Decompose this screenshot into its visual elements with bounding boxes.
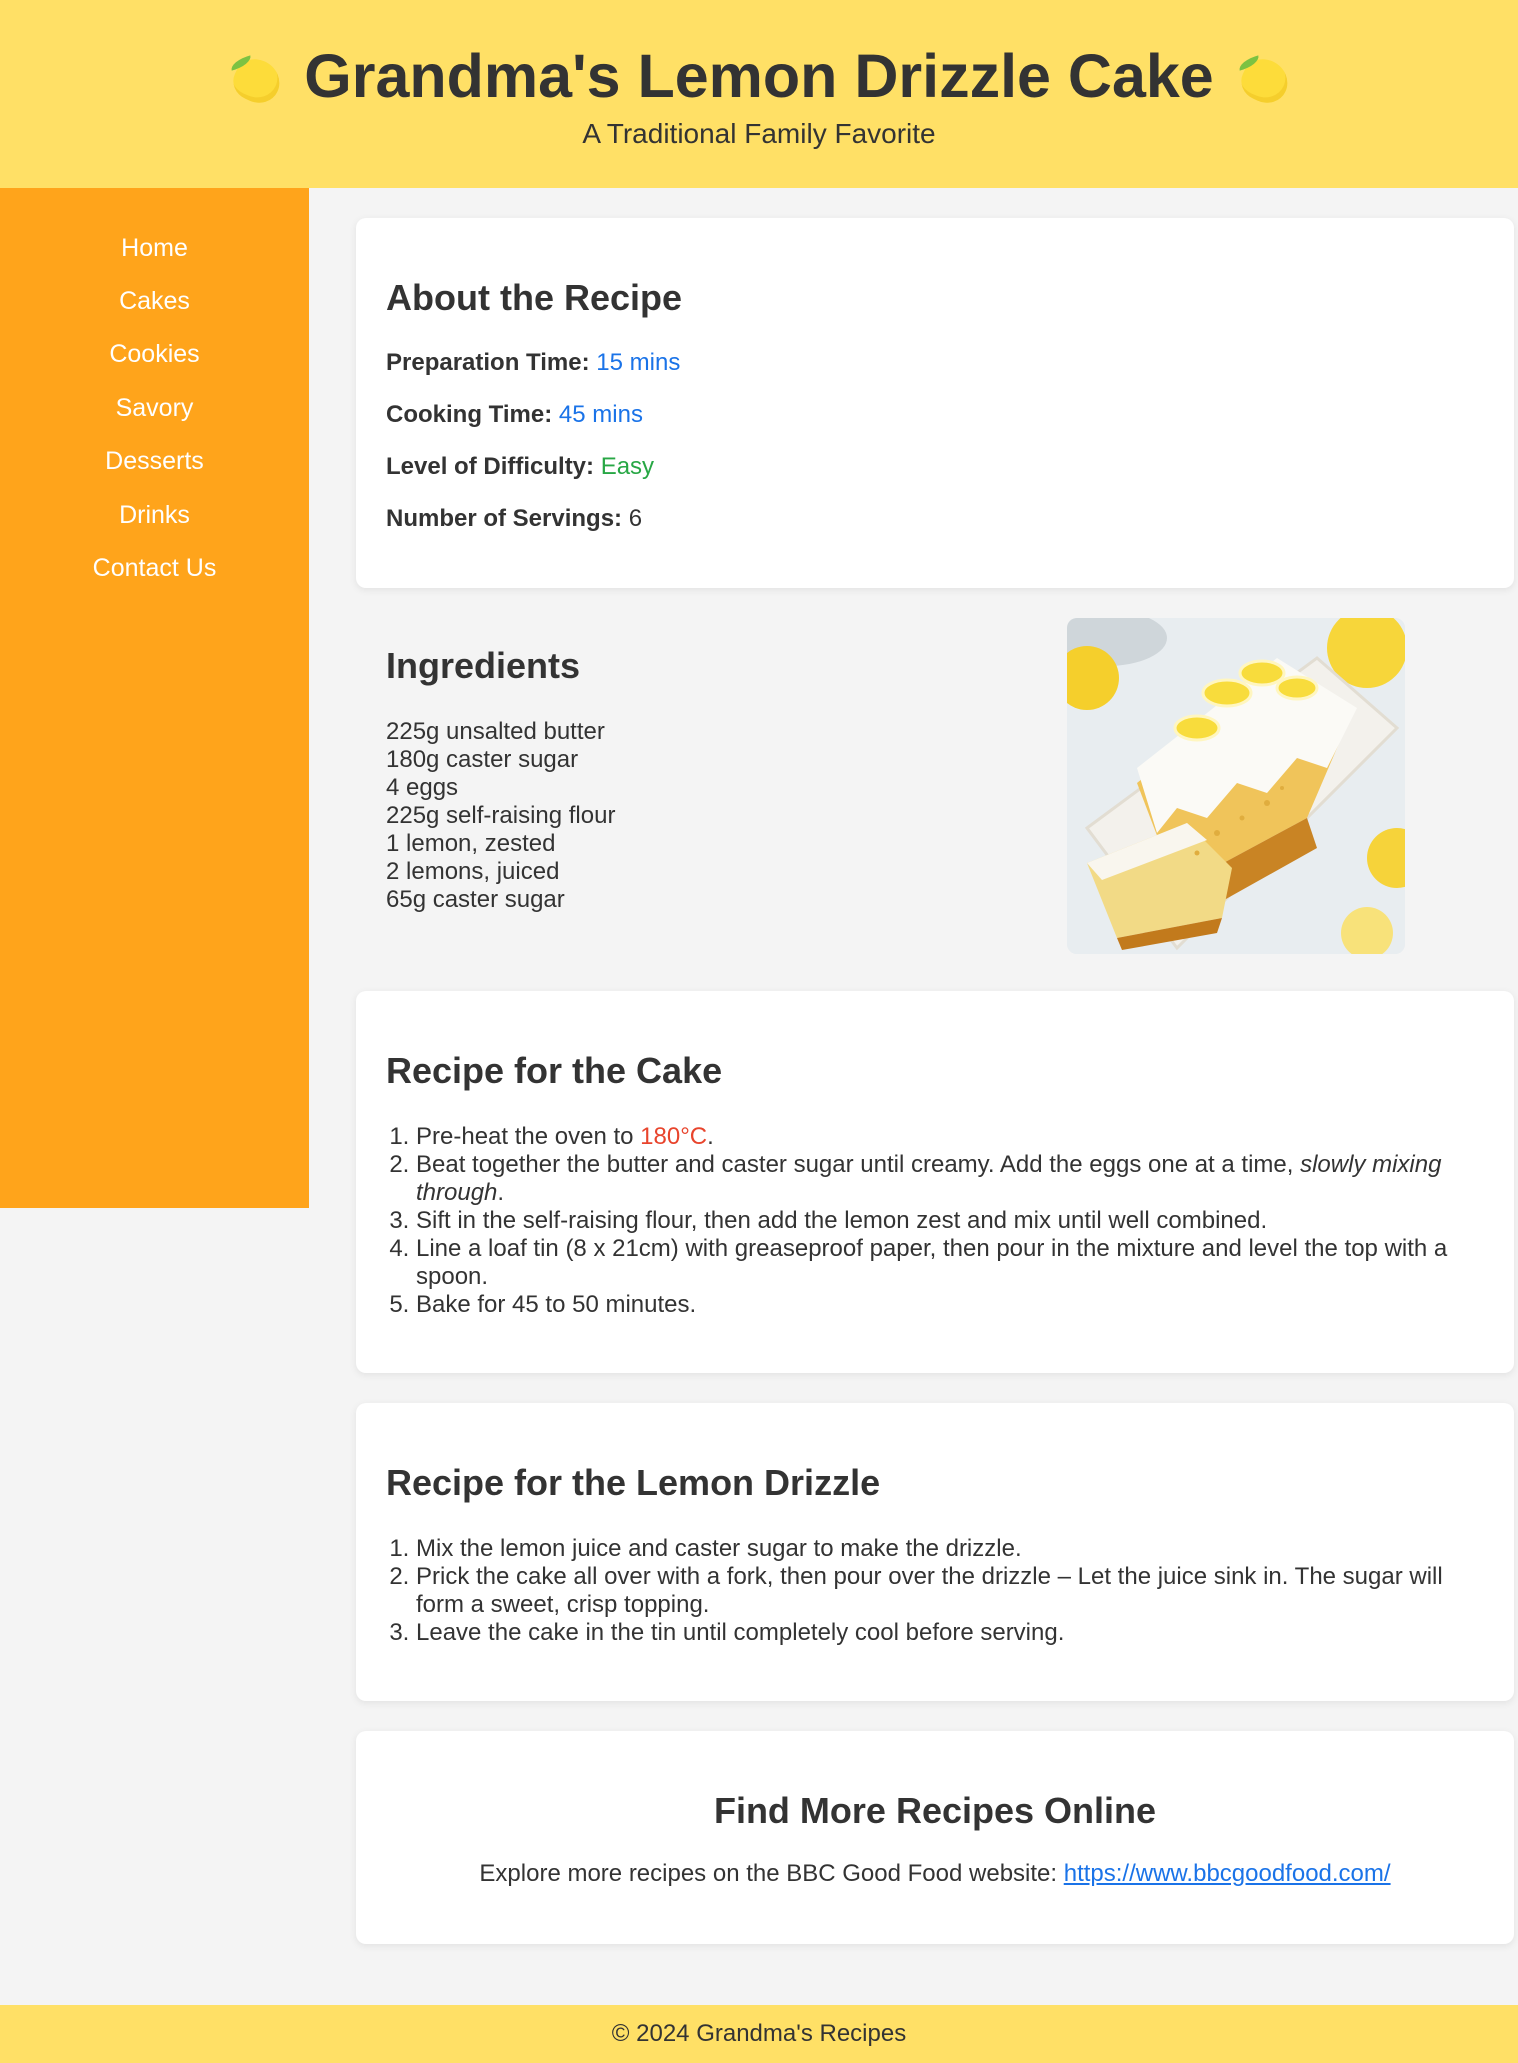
cook-time-value: 45 mins	[558, 401, 643, 428]
more-recipes-description: Explore more recipes on the BBC Good Foo…	[479, 1860, 1064, 1887]
list-item: 65g caster sugar	[386, 886, 565, 913]
servings-label: Number of Servings:	[386, 505, 623, 532]
list-item: 1 lemon, zested	[386, 830, 556, 857]
list-item: 4 eggs	[386, 774, 459, 801]
list-item: Mix the lemon juice and caster sugar to …	[416, 1535, 1476, 1563]
step-text: .	[707, 1123, 714, 1150]
list-item: Prick the cake all over with a fork, the…	[416, 1563, 1476, 1619]
step-text: .	[497, 1179, 505, 1206]
prep-time-value: 15 mins	[596, 349, 681, 376]
cook-time-label: Cooking Time:	[386, 401, 553, 428]
lemon-icon	[227, 48, 287, 110]
list-item: 2 lemons, juiced	[386, 858, 560, 885]
lemon-icon	[1235, 48, 1295, 110]
step-text: Pre-heat the oven to	[416, 1123, 641, 1150]
list-item: 180g caster sugar	[386, 746, 579, 773]
header-title-row: Grandma's Lemon Drizzle Cake	[0, 34, 1518, 118]
sidebar-item-desserts[interactable]: Desserts	[0, 445, 309, 477]
sidebar-item-savory[interactable]: Savory	[0, 392, 309, 424]
list-item: Beat together the butter and caster suga…	[416, 1151, 1476, 1207]
prep-time: Preparation Time: 15 mins	[386, 348, 680, 378]
difficulty-value: Easy	[600, 453, 655, 480]
drizzle-recipe-card: Recipe for the Lemon Drizzle Mix the lem…	[356, 1403, 1514, 1701]
about-recipe-heading: About the Recipe	[386, 277, 683, 318]
cake-recipe-steps: Pre-heat the oven to 180°C. Beat togethe…	[416, 1123, 1476, 1319]
about-recipe-card: About the Recipe Preparation Time: 15 mi…	[356, 218, 1514, 588]
lemon-cake-image	[1067, 618, 1405, 954]
bbc-good-food-link[interactable]: https://www.bbcgoodfood.com/	[1064, 1860, 1391, 1887]
prep-time-label: Preparation Time:	[386, 349, 590, 376]
sidebar-item-cookies[interactable]: Cookies	[0, 338, 309, 370]
sidebar-item-home[interactable]: Home	[0, 232, 309, 264]
page-subtitle: A Traditional Family Favorite	[582, 118, 936, 149]
sidebar-item-cakes[interactable]: Cakes	[0, 285, 309, 317]
difficulty: Level of Difficulty: Easy	[386, 452, 654, 482]
list-item: Leave the cake in the tin until complete…	[416, 1619, 1476, 1647]
sidebar-nav: Home Cakes Cookies Savory Desserts Drink…	[0, 188, 309, 1208]
sidebar-item-drinks[interactable]: Drinks	[0, 499, 309, 531]
page-header: Grandma's Lemon Drizzle Cake A Tradition…	[0, 0, 1518, 188]
page-footer: © 2024 Grandma's Recipes	[0, 2005, 1518, 2063]
drizzle-recipe-steps: Mix the lemon juice and caster sugar to …	[416, 1535, 1476, 1647]
list-item: Pre-heat the oven to 180°C.	[416, 1123, 1476, 1151]
servings-value: 6	[628, 505, 643, 532]
cake-recipe-heading: Recipe for the Cake	[386, 1050, 723, 1091]
oven-temperature: 180°C	[640, 1123, 708, 1150]
list-item: 225g unsalted butter	[386, 718, 605, 745]
list-item: Bake for 45 to 50 minutes.	[416, 1291, 1476, 1319]
page-title: Grandma's Lemon Drizzle Cake	[304, 42, 1214, 110]
sidebar-item-contact-us[interactable]: Contact Us	[0, 552, 309, 584]
more-recipes-heading: Find More Recipes Online	[713, 1790, 1157, 1831]
cake-recipe-card: Recipe for the Cake Pre-heat the oven to…	[356, 991, 1514, 1373]
list-item: 225g self-raising flour	[386, 802, 616, 829]
ingredients-heading: Ingredients	[386, 645, 581, 686]
ingredients-list: 225g unsalted butter 180g caster sugar 4…	[386, 718, 615, 914]
difficulty-label: Level of Difficulty:	[386, 453, 595, 480]
more-recipes-card: Find More Recipes Online Explore more re…	[356, 1731, 1514, 1944]
list-item: Line a loaf tin (8 x 21cm) with greasepr…	[416, 1235, 1476, 1291]
list-item: Sift in the self-raising flour, then add…	[416, 1207, 1476, 1235]
cook-time: Cooking Time: 45 mins	[386, 400, 643, 430]
step-text: Beat together the butter and caster suga…	[416, 1151, 1301, 1178]
servings: Number of Servings: 6	[386, 504, 642, 534]
drizzle-recipe-heading: Recipe for the Lemon Drizzle	[386, 1462, 881, 1503]
more-recipes-text: Explore more recipes on the BBC Good Foo…	[356, 1859, 1514, 1889]
